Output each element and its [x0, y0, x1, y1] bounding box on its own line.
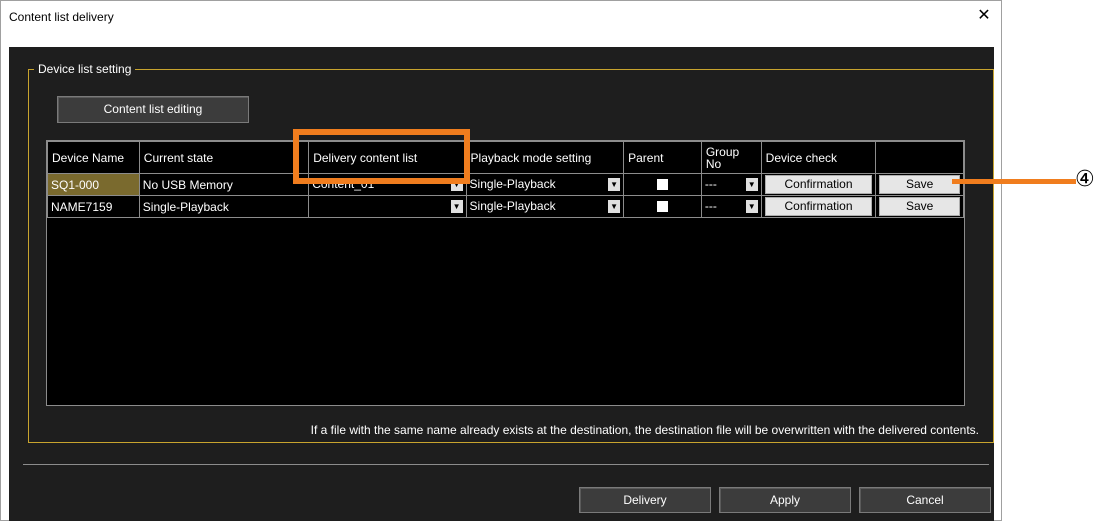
delivery-content-dropdown[interactable]: ▼: [308, 195, 467, 218]
confirmation-button[interactable]: Confirmation: [764, 197, 873, 216]
chevron-down-icon[interactable]: ▼: [608, 178, 621, 191]
chevron-down-icon[interactable]: ▼: [608, 200, 621, 213]
current-state-cell: No USB Memory: [138, 173, 310, 196]
header-device-name: Device Name: [47, 141, 140, 174]
cancel-button[interactable]: Cancel: [859, 487, 991, 513]
device-name-cell[interactable]: NAME7159: [47, 195, 140, 218]
playback-mode-dropdown[interactable]: Single-Playback ▼: [465, 173, 625, 196]
device-check-cell: Confirmation: [760, 195, 877, 218]
confirmation-button[interactable]: Confirmation: [764, 175, 873, 194]
table-row[interactable]: NAME7159 Single-Playback ▼ Single-Playba…: [47, 195, 964, 218]
parent-checkbox[interactable]: [656, 201, 668, 212]
dropdown-value: ---: [704, 177, 717, 191]
header-current-state: Current state: [138, 141, 310, 174]
parent-checkbox-cell[interactable]: [623, 173, 702, 196]
content-list-delivery-window: Content list delivery ✕ Device list sett…: [0, 0, 1002, 521]
overwrite-note: If a file with the same name already exi…: [310, 423, 979, 437]
delivery-content-highlight-box: [293, 129, 470, 184]
group-no-dropdown[interactable]: --- ▼: [700, 173, 762, 196]
device-name-cell[interactable]: SQ1-000: [47, 173, 140, 196]
header-blank: [875, 141, 964, 174]
header-device-check: Device check: [760, 141, 877, 174]
header-parent: Parent: [623, 141, 702, 174]
save-cell: Save: [875, 195, 964, 218]
chevron-down-icon[interactable]: ▼: [745, 200, 758, 213]
dropdown-value: Single-Playback: [469, 177, 556, 191]
device-check-cell: Confirmation: [760, 173, 877, 196]
window-title: Content list delivery: [9, 10, 114, 24]
device-grid: Device Name Current state Delivery conte…: [47, 141, 964, 218]
header-playback-mode: Playback mode setting: [465, 141, 625, 174]
playback-mode-dropdown[interactable]: Single-Playback ▼: [465, 195, 625, 218]
apply-button[interactable]: Apply: [719, 487, 851, 513]
title-bar: Content list delivery ✕: [1, 1, 1001, 32]
save-cell: Save: [875, 173, 964, 196]
dropdown-value: Single-Playback: [469, 199, 556, 213]
current-state-cell: Single-Playback: [138, 195, 310, 218]
parent-checkbox[interactable]: [656, 179, 668, 190]
chevron-down-icon[interactable]: ▼: [745, 178, 758, 191]
table-row[interactable]: SQ1-000 No USB Memory Content_01 ▼ Single…: [47, 173, 964, 196]
annotation-marker: ④: [1075, 167, 1095, 192]
dialog-body: Device list setting Content list editing…: [9, 47, 994, 521]
group-label: Device list setting: [34, 62, 136, 76]
save-button[interactable]: Save: [879, 197, 960, 216]
save-button[interactable]: Save: [879, 175, 960, 194]
parent-checkbox-cell[interactable]: [623, 195, 702, 218]
group-no-dropdown[interactable]: --- ▼: [700, 195, 762, 218]
chevron-down-icon[interactable]: ▼: [450, 200, 463, 213]
annotation-pointer-line: [952, 179, 1076, 184]
device-table: Device Name Current state Delivery conte…: [46, 140, 965, 406]
header-group-no: Group No: [700, 141, 762, 174]
close-icon[interactable]: ✕: [969, 5, 999, 27]
divider: [23, 464, 989, 465]
dropdown-value: ---: [704, 199, 717, 213]
delivery-button[interactable]: Delivery: [579, 487, 711, 513]
content-list-editing-button[interactable]: Content list editing: [57, 96, 249, 123]
